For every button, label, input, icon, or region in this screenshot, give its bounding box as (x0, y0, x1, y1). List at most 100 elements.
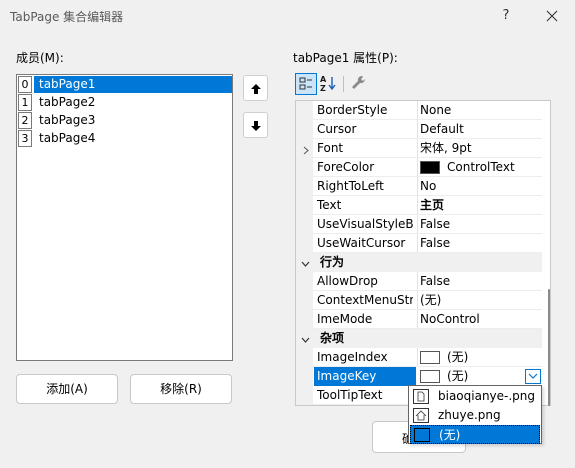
property-value[interactable]: NoControl (420, 310, 542, 329)
close-icon (546, 10, 558, 22)
window-title: TabPage 集合编辑器 (10, 10, 124, 24)
member-index: 1 (18, 94, 32, 111)
property-value[interactable]: (无) (420, 367, 542, 386)
property-pages-button[interactable] (349, 73, 371, 95)
property-value[interactable]: False (420, 234, 542, 253)
page-icon (413, 389, 429, 404)
close-button[interactable] (540, 4, 564, 28)
chevron-down-icon (528, 373, 538, 379)
image-key-dropdown[interactable]: biaoqianye-.png zhuye.png (无) (408, 385, 542, 444)
members-label: 成员(M): (16, 51, 64, 65)
wrench-icon (352, 75, 366, 89)
property-value[interactable]: ControlText (420, 158, 542, 177)
property-name: ForeColor (317, 160, 375, 174)
properties-label: tabPage1 属性(P): (293, 51, 398, 65)
property-row[interactable]: Text 主页 (296, 196, 542, 215)
property-name: AllowDrop (317, 274, 378, 288)
property-value[interactable]: (无) (420, 291, 542, 310)
dropdown-button[interactable] (525, 369, 541, 384)
property-row[interactable]: ContextMenuStri (无) (296, 291, 542, 310)
arrow-up-icon (251, 84, 261, 94)
add-button[interactable]: 添加(A) (16, 374, 118, 404)
property-value-text: ControlText (447, 160, 515, 174)
property-row[interactable]: Cursor Default (296, 120, 542, 139)
toolbar-separator (343, 76, 344, 92)
property-value[interactable]: None (420, 101, 542, 120)
move-up-button[interactable] (243, 75, 268, 101)
property-value[interactable]: 主页 (420, 196, 542, 215)
sort-az-icon: A Z (320, 75, 336, 93)
category-row[interactable]: 行为 (296, 253, 542, 272)
property-name: ImageIndex (317, 350, 388, 364)
move-down-button[interactable] (243, 112, 268, 138)
category-name: 行为 (320, 255, 345, 269)
property-row[interactable]: ForeColor ControlText (296, 158, 542, 177)
dropdown-item[interactable]: zhuye.png (410, 406, 540, 425)
property-row[interactable]: RightToLeft No (296, 177, 542, 196)
member-index: 0 (18, 76, 32, 93)
color-swatch (420, 161, 440, 174)
property-row[interactable]: UseVisualStyleBa False (296, 215, 542, 234)
property-row[interactable]: Font 宋体, 9pt (296, 139, 542, 158)
property-name: ToolTipText (317, 388, 383, 402)
property-name: Font (317, 141, 344, 155)
member-index: 3 (18, 130, 32, 147)
property-row[interactable]: UseWaitCursor False (296, 234, 542, 253)
remove-button[interactable]: 移除(R) (130, 374, 232, 404)
member-item[interactable]: 1 tabPage2 (18, 94, 232, 111)
member-name: tabPage3 (39, 113, 96, 127)
property-name: Text (317, 198, 342, 212)
collapse-chevron-icon[interactable] (301, 258, 310, 267)
image-swatch (420, 351, 440, 364)
property-value[interactable]: Default (420, 120, 542, 139)
member-index: 2 (18, 112, 32, 129)
property-row[interactable]: ImeMode NoControl (296, 310, 542, 329)
property-name: RightToLeft (317, 179, 384, 193)
collapse-chevron-icon[interactable] (301, 334, 310, 343)
property-name: BorderStyle (317, 103, 388, 117)
property-grid-scrollbar[interactable] (546, 100, 552, 406)
property-name: ImeMode (317, 312, 373, 326)
svg-text:A: A (320, 75, 327, 84)
svg-text:Z: Z (320, 84, 326, 93)
category-name: 杂项 (320, 331, 345, 345)
expand-chevron-icon[interactable] (302, 144, 310, 155)
property-name: UseWaitCursor (317, 236, 406, 250)
title-bar: TabPage 集合编辑器 ? (0, 0, 575, 32)
category-row[interactable]: 杂项 (296, 329, 542, 348)
dropdown-item-label: (无) (439, 428, 461, 442)
property-name: ImageKey (314, 367, 416, 386)
dropdown-item-highlighted[interactable]: (无) (410, 425, 540, 444)
help-button[interactable]: ? (494, 4, 518, 28)
members-list[interactable]: 0 tabPage1 1 tabPage2 2 tabPage3 3 tabPa… (16, 74, 233, 361)
scrollbar-thumb[interactable] (548, 289, 550, 406)
member-name: tabPage1 (34, 76, 232, 93)
property-row[interactable]: ImageIndex (无) (296, 348, 542, 367)
member-item[interactable]: 3 tabPage4 (18, 130, 232, 147)
property-name: UseVisualStyleBa (317, 217, 413, 231)
member-item[interactable]: 2 tabPage3 (18, 112, 232, 129)
property-name: Cursor (317, 122, 357, 136)
property-grid[interactable]: BorderStyle None Cursor Default Font 宋体,… (295, 100, 551, 406)
property-row[interactable]: AllowDrop False (296, 272, 542, 291)
dropdown-item-label: zhuye.png (438, 408, 501, 422)
property-value[interactable]: No (420, 177, 542, 196)
property-name: ContextMenuStri (317, 293, 413, 307)
categorized-button[interactable] (295, 73, 317, 95)
categorized-icon (299, 77, 312, 90)
property-value-text: (无) (447, 369, 469, 383)
property-row[interactable]: BorderStyle None (296, 101, 542, 120)
none-swatch-icon (414, 428, 430, 443)
properties-toolbar: A Z (293, 72, 553, 98)
member-item[interactable]: 0 tabPage1 (18, 76, 232, 93)
home-icon (413, 408, 429, 423)
property-value[interactable]: 宋体, 9pt (420, 139, 542, 158)
property-value[interactable]: False (420, 272, 542, 291)
dropdown-item[interactable]: biaoqianye-.png (410, 387, 540, 406)
property-value[interactable]: False (420, 215, 542, 234)
arrow-down-icon (251, 121, 261, 131)
property-value[interactable]: (无) (420, 348, 542, 367)
alphabetical-button[interactable]: A Z (318, 73, 340, 95)
property-row-selected[interactable]: ImageKey (无) (296, 367, 542, 386)
property-value-text: (无) (447, 350, 469, 364)
